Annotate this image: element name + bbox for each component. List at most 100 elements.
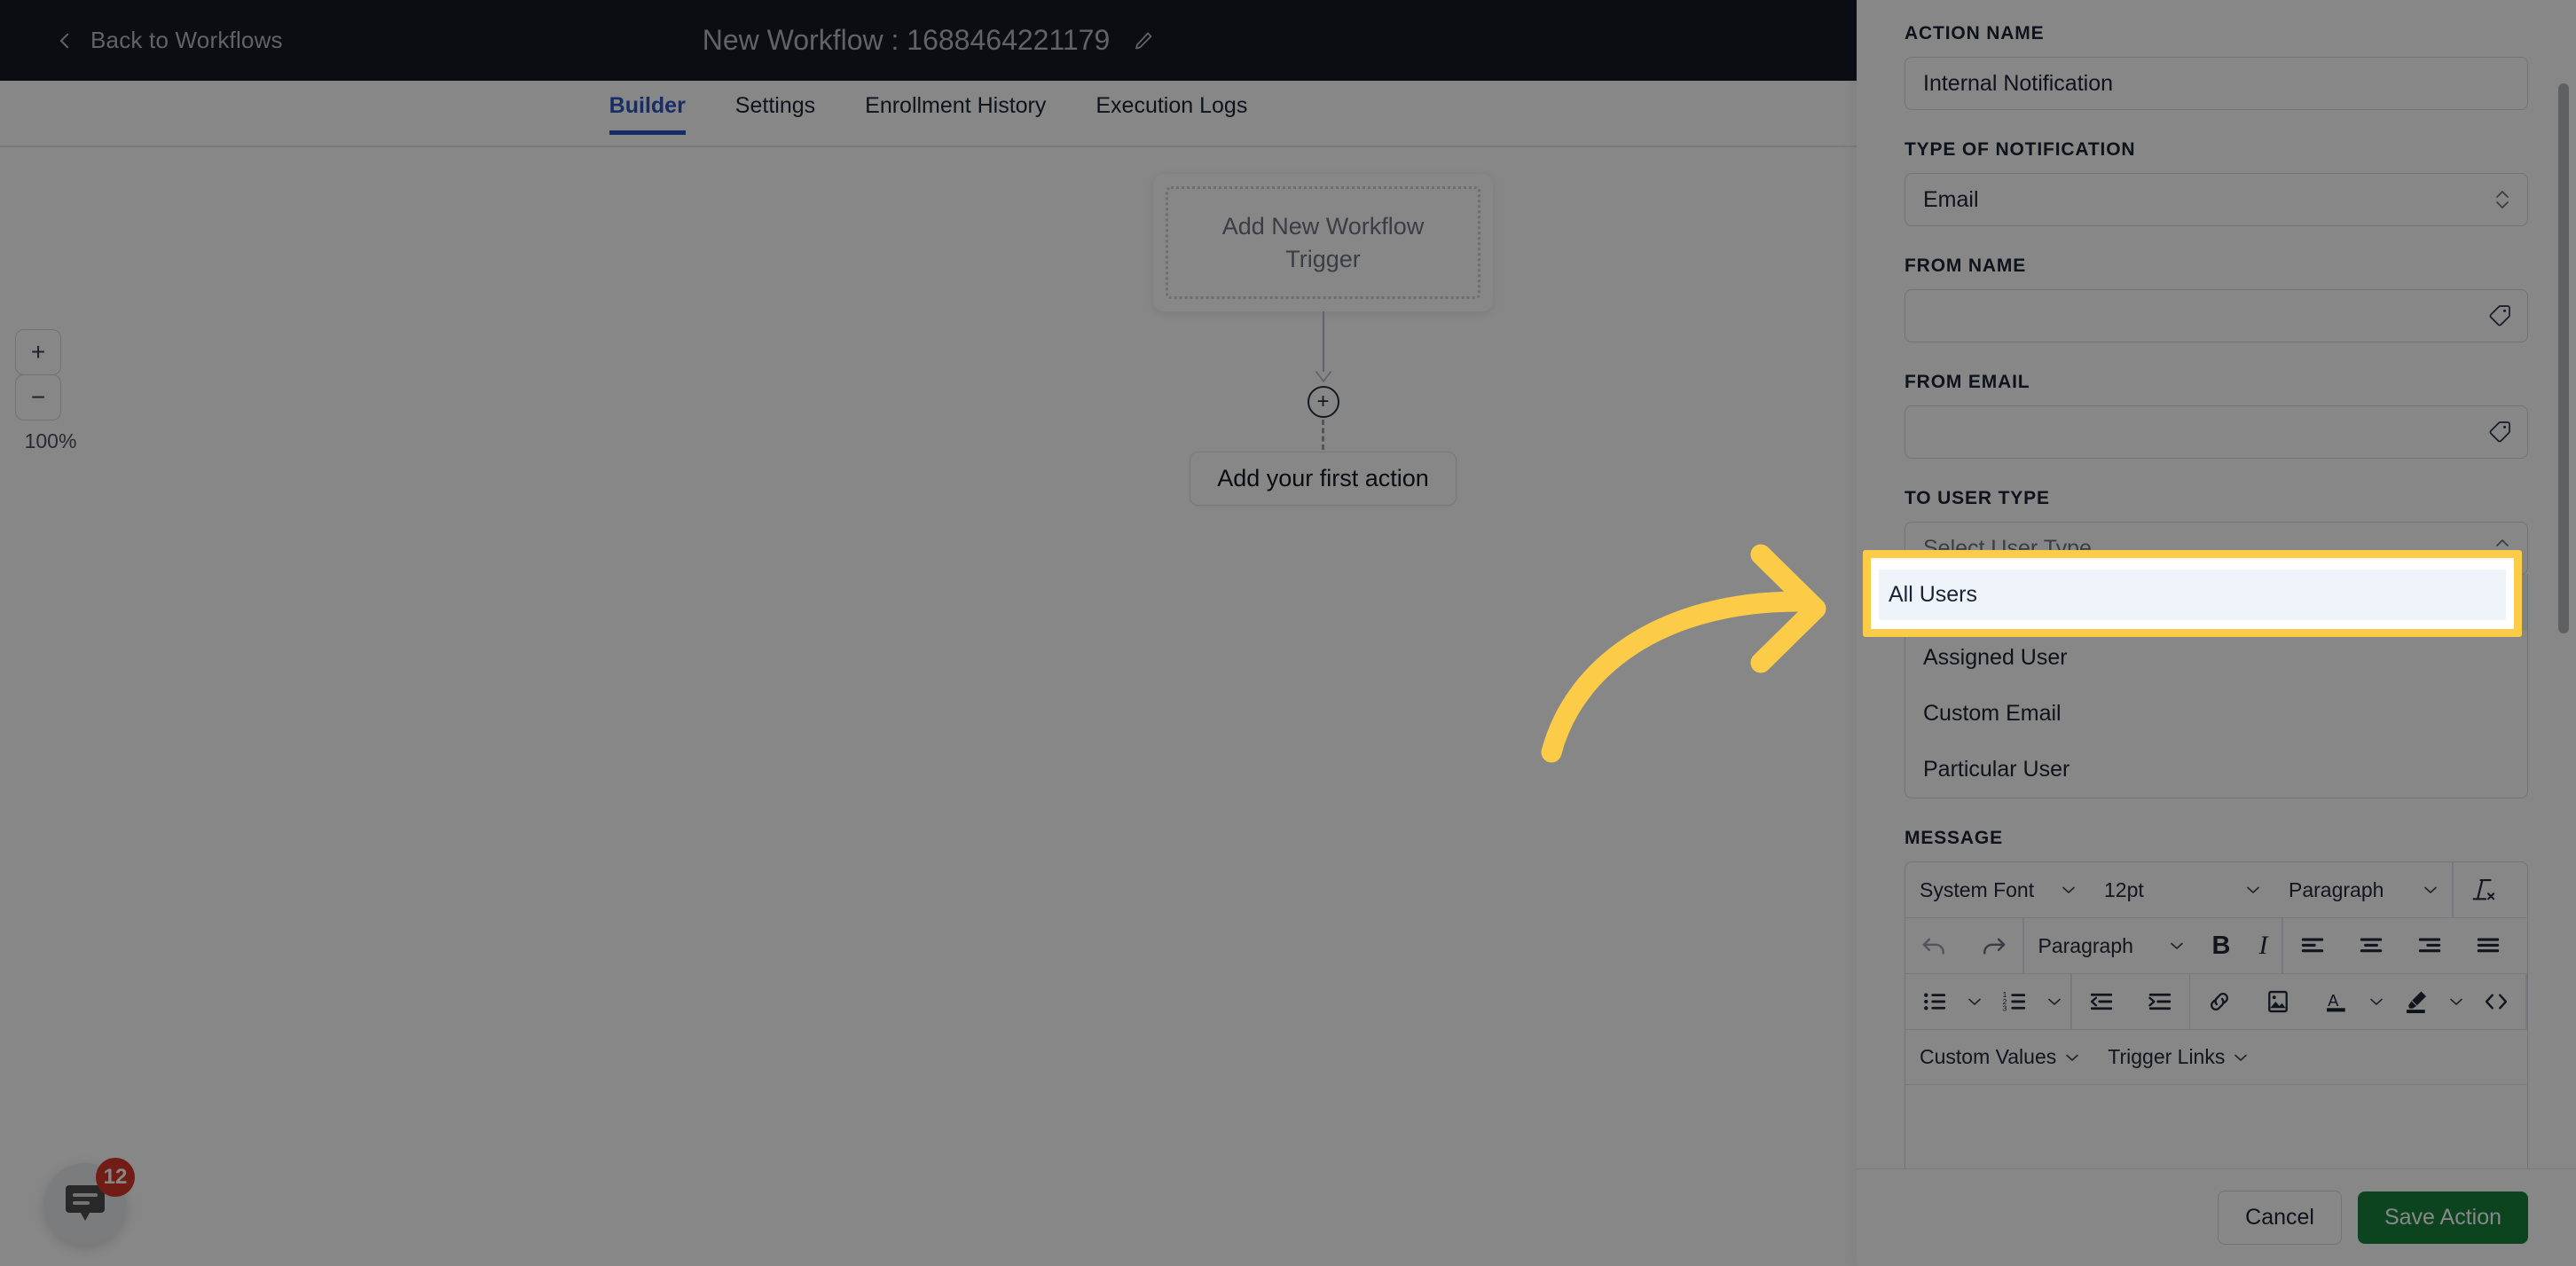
outdent-button[interactable] [2072, 987, 2131, 1017]
workflow-title: New Workflow : 1688464221179 [702, 24, 1111, 56]
zoom-controls: + − 100% [15, 329, 76, 453]
align-left-button[interactable] [2283, 931, 2342, 961]
align-center-icon [2360, 938, 2383, 953]
insert-link-button[interactable] [2190, 987, 2249, 1017]
align-justify-button[interactable] [2459, 931, 2517, 961]
bold-icon: B [2211, 931, 2231, 960]
tag-icon[interactable] [2487, 420, 2512, 444]
action-settings-scroll-area: ACTION NAME TYPE OF NOTIFICATION Email [1857, 0, 2576, 1168]
app-base: Back to Workflows New Workflow : 1688464… [0, 0, 2576, 1266]
dropdown-option-particular-user-label: Particular User [1923, 757, 2070, 782]
from-name-input[interactable] [1905, 289, 2528, 342]
from-email-input[interactable] [1905, 405, 2528, 459]
from-email-label: FROM EMAIL [1905, 372, 2030, 392]
bulleted-list-options-button[interactable] [1959, 997, 1991, 1006]
font-family-select[interactable]: System Font [1905, 878, 2090, 902]
dropdown-option-custom-email[interactable]: Custom Email [1905, 686, 2527, 742]
numbered-list-button[interactable]: 123 [1991, 987, 2038, 1017]
highlight-color-button[interactable] [2392, 987, 2440, 1017]
workflow-canvas[interactable]: + − 100% Add New Workflow Trigger + Add … [0, 147, 1857, 1266]
dropdown-option-assigned-user[interactable]: Assigned User [1905, 630, 2527, 686]
action-name-input[interactable] [1905, 57, 2528, 110]
tab-execution-logs[interactable]: Execution Logs [1071, 81, 1272, 133]
align-center-button[interactable] [2342, 931, 2400, 961]
add-workflow-trigger-card[interactable]: Add New Workflow Trigger [1153, 174, 1493, 311]
add-workflow-trigger-dropzone: Add New Workflow Trigger [1166, 186, 1480, 299]
to-user-type-select[interactable]: Select User Type [1905, 522, 2528, 575]
insert-image-button[interactable] [2249, 987, 2307, 1017]
add-step-plus-button[interactable]: + [1307, 386, 1339, 418]
undo-button[interactable] [1905, 931, 1964, 961]
add-first-action-button[interactable]: Add your first action [1190, 452, 1457, 506]
add-first-action-label: Add your first action [1217, 465, 1429, 491]
field-to-user-type: TO USER TYPE Select User Type All Users [1905, 488, 2528, 798]
source-code-button[interactable] [2472, 987, 2525, 1017]
bulleted-list-button[interactable] [1905, 987, 1959, 1017]
text-color-button[interactable]: A [2307, 987, 2360, 1017]
panel-scrollbar-thumb[interactable] [2558, 83, 2569, 633]
zoom-level-label: 100% [24, 429, 77, 452]
highlight-color-icon [2407, 991, 2427, 1013]
chevron-down-icon [2062, 886, 2075, 893]
block-format-select-top[interactable]: Paragraph [2274, 878, 2452, 902]
tab-enrollment-history-label: Enrollment History [865, 93, 1047, 118]
tab-settings-label: Settings [734, 93, 816, 118]
indent-icon [2148, 993, 2171, 1010]
trigger-links-label: Trigger Links [2108, 1045, 2226, 1068]
text-color-icon: A [2327, 992, 2345, 1012]
chevron-down-icon [2048, 998, 2061, 1005]
cancel-button[interactable]: Cancel [2218, 1191, 2342, 1245]
pencil-icon[interactable] [1133, 30, 1154, 51]
tag-icon[interactable] [2487, 303, 2512, 328]
type-of-notification-select[interactable]: Email [1905, 173, 2528, 226]
block-format-select[interactable]: Paragraph [2024, 934, 2198, 958]
message-rich-text-editor: System Font 12pt Paragraph Paragraph B I… [1905, 861, 2528, 1168]
workflow-flow: Add New Workflow Trigger + Add your firs… [1153, 174, 1493, 506]
link-icon [2211, 993, 2228, 1010]
dropdown-option-assigned-user-label: Assigned User [1923, 645, 2068, 670]
custom-values-dropdown[interactable]: Custom Values [1905, 1045, 2093, 1069]
chevron-updown-icon [2496, 539, 2509, 557]
numbered-list-icon: 123 [2003, 990, 2026, 1013]
message-editor-body[interactable] [1905, 1085, 2527, 1168]
dropdown-option-particular-user[interactable]: Particular User [1905, 742, 2527, 798]
tab-enrollment-history[interactable]: Enrollment History [840, 81, 1071, 133]
top-header-bar: Back to Workflows New Workflow : 1688464… [0, 0, 1857, 81]
zoom-in-button[interactable]: + [15, 329, 61, 375]
undo-icon [1922, 938, 1944, 955]
chevron-updown-icon [2496, 191, 2509, 208]
font-size-label: 12pt [2104, 877, 2144, 901]
dropdown-option-all-users[interactable]: All Users [1905, 574, 2527, 630]
editor-toolbar-row-2: Paragraph B I [1905, 918, 2527, 974]
redo-button[interactable] [1964, 931, 2022, 961]
back-to-workflows-button[interactable]: Back to Workflows [55, 27, 283, 54]
font-size-select[interactable]: 12pt [2090, 878, 2274, 902]
field-message: MESSAGE System Font 12pt Paragraph Parag… [1905, 828, 2528, 1168]
tab-settings[interactable]: Settings [711, 81, 840, 133]
connector-line-dashed [1322, 420, 1324, 450]
chevron-down-icon [2066, 1054, 2079, 1061]
trigger-links-dropdown[interactable]: Trigger Links [2093, 1045, 2262, 1069]
bold-button[interactable]: B [2198, 932, 2245, 961]
text-color-options-button[interactable] [2360, 997, 2392, 1006]
indent-button[interactable] [2131, 987, 2189, 1017]
chevron-down-icon [2247, 886, 2259, 893]
clear-formatting-button[interactable] [2454, 875, 2512, 905]
chevron-down-icon [2450, 998, 2462, 1005]
svg-text:A: A [2328, 992, 2339, 1010]
zoom-out-button[interactable]: − [15, 374, 61, 421]
tab-builder[interactable]: Builder [585, 81, 711, 135]
italic-icon: I [2258, 931, 2268, 960]
numbered-list-options-button[interactable] [2038, 997, 2070, 1006]
save-action-button[interactable]: Save Action [2357, 1191, 2528, 1244]
to-user-type-placeholder: Select User Type [1923, 535, 2092, 561]
italic-button[interactable]: I [2244, 931, 2281, 961]
svg-text:3: 3 [2003, 1004, 2007, 1013]
align-left-icon [2301, 938, 2324, 953]
action-name-input-wrap [1905, 57, 2528, 110]
highlight-color-options-button[interactable] [2440, 997, 2472, 1006]
message-label: MESSAGE [1905, 828, 2003, 848]
align-right-button[interactable] [2400, 931, 2459, 961]
dropdown-option-all-users-label: All Users [1923, 589, 2013, 614]
chat-widget[interactable]: 12 [44, 1158, 135, 1245]
